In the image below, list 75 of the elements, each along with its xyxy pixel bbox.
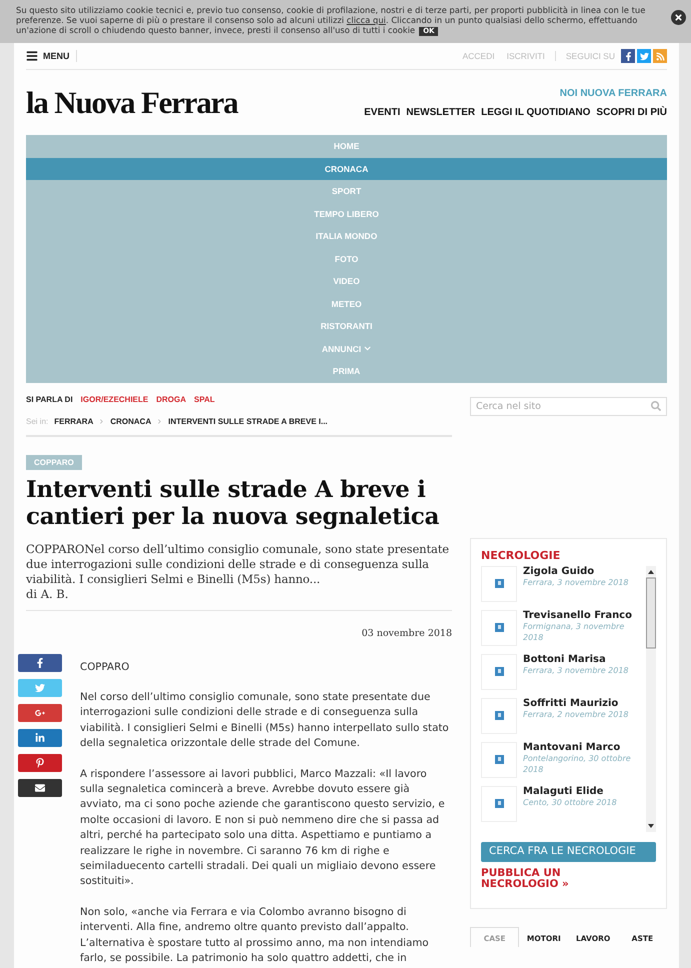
obituary-name[interactable]: Malaguti Elide (523, 786, 617, 796)
obituary-name[interactable]: Bottoni Marisa (523, 654, 629, 664)
topics-label: SI PARLA DI (26, 395, 73, 404)
obituary-name[interactable]: Zigola Guido (523, 566, 629, 576)
article-title: Interventi sulle strade A breve i cantieri per la nuova segnaletica (26, 476, 440, 530)
bird-icon (35, 682, 45, 692)
menu-icon (26, 50, 38, 62)
social-link[interactable] (637, 49, 651, 63)
obituary-place-date: Ferrara, 2 novembre 2018 (523, 708, 629, 720)
image-placeholder-icon (494, 755, 504, 764)
masthead-link[interactable]: NEWSLETTER (406, 106, 476, 118)
article-summary: COPPARONel corso dell’ultimo consiglio comunale, sono state presentate due interrogazioni sulle condizioni delle strade e di conseguenza sulla viabilità. I consiglieri Selmi e Binelli (M5s) hanno... (26, 542, 450, 586)
social-link[interactable] (621, 49, 635, 63)
thumbnail[interactable] (481, 610, 517, 646)
thumbnail[interactable] (481, 698, 517, 734)
obituary-name[interactable]: Mantovani Marco (523, 742, 642, 752)
share-button[interactable] (18, 654, 62, 672)
obituary-place-date: Cento, 30 ottobre 2018 (523, 796, 617, 808)
search-icon (651, 400, 661, 410)
close-button[interactable] (671, 10, 686, 25)
pinterest-icon (35, 758, 45, 768)
byline: di A. B. (26, 586, 70, 602)
search-obituaries-button[interactable]: CERCA FRA LE NECROLOGIE (481, 842, 656, 862)
menu-button[interactable]: MENU (26, 50, 76, 62)
share-button[interactable] (18, 754, 62, 772)
linkedin-icon (35, 732, 45, 742)
image-placeholder-icon (494, 799, 504, 808)
breadcrumb-label: Sei in: (26, 417, 48, 426)
image-placeholder-icon (494, 623, 504, 632)
article-paragraph: Non solo, «anche via Ferrara e via Colombo avranno bisogno di interventi. Alla fine, andremo oltre quanto previsto dall’appalto. L’alternativa è spostare tutto al prossimo anno, ma non intendiamo farlo, se possibile. La patrimonio ha solo quattro addetti, che in (80, 904, 430, 966)
masthead-link[interactable]: EVENTI (364, 106, 400, 118)
close-icon (674, 13, 683, 22)
breadcrumb-link[interactable]: CRONACA (110, 417, 152, 426)
image-placeholder-icon (494, 667, 504, 676)
article-paragraph: COPPARO (80, 660, 130, 674)
panel-title: NECROLOGIE (481, 548, 562, 562)
article-paragraph: A rispondere l’assessore ai lavori pubblici, Marco Mazzali: «Il lavoro sulla segnaletica comincerà a breve. Avrebbe dovuto essere già avviato, ma ci sono poche aziende che garantiscono questo servizio, e molte occasioni di lavoro. E non si può nemmeno dire che si passa ad altri, perché ha partecipato solo una ditta. Aspettiamo e puntiamo a realizzare le righe in novembre. Ci saranno 76 km di righe e seimiladuecento cartelli stradali. Dei quali un migliaio devono essere sostituiti». (80, 766, 446, 890)
facebook-icon (35, 658, 45, 668)
share-button[interactable] (18, 778, 62, 796)
cookie-link[interactable]: clicca qui (346, 15, 386, 25)
thumbnail[interactable] (481, 786, 517, 822)
envelope-icon (35, 782, 45, 792)
scrollbar[interactable] (646, 566, 656, 832)
article-paragraph: Nel corso dell’ultimo consiglio comunale, sono state presentate due interrogazioni sulle condizioni delle strade e di conseguenza sulla viabilità. I consiglieri Selmi e Binelli (M5s) hanno interpellato sullo stato della segnaletica orizzontale delle strade del Comune. (80, 690, 450, 752)
image-placeholder-icon (494, 711, 504, 720)
obituary-place-date: Pontelangorino, 30 ottobre 2018 (523, 752, 632, 774)
bird-icon (640, 52, 648, 60)
obituary-place-date: Formignana, 3 novembre 2018 (523, 620, 626, 642)
breadcrumb-link[interactable]: FERRARA (54, 417, 94, 426)
follow-label: SEGUICI SU (554, 51, 615, 61)
topic-tag[interactable]: DROGA (156, 395, 186, 404)
chevron-icon (99, 419, 104, 424)
thumbnail[interactable] (481, 742, 517, 778)
logo[interactable]: la Nuova Ferrara (26, 84, 238, 120)
obituary-name[interactable]: Soffritti Maurizio (523, 698, 629, 708)
search-field[interactable]: Cerca nel sito (470, 396, 667, 416)
thumbnail[interactable] (481, 566, 517, 602)
obituary-name[interactable]: Trevisanello Franco (523, 610, 642, 620)
image-placeholder-icon (494, 579, 504, 588)
article-date: 03 novembre 2018 (362, 628, 452, 638)
publish-obituary-link[interactable]: PUBBLICA UN NECROLOGIO » (481, 868, 601, 890)
highlight-link[interactable]: NOI NUOVA FERRARA (560, 88, 667, 98)
obituary-place-date: Ferrara, 3 novembre 2018 (523, 664, 629, 676)
chevron-icon (157, 419, 162, 424)
masthead-link[interactable]: SCOPRI DI PIÙ (596, 106, 667, 118)
topic-tag[interactable]: SPAL (194, 395, 215, 404)
thumbnail[interactable] (481, 654, 517, 690)
breadcrumb-link[interactable]: INTERVENTI SULLE STRADE A BREVE I... (168, 417, 328, 426)
google-plus-icon (35, 708, 45, 718)
nav-item[interactable]: CRONACA (26, 158, 667, 180)
obituary-place-date: Ferrara, 3 novembre 2018 (523, 576, 629, 588)
masthead-link[interactable]: LEGGI IL QUOTIDIANO (481, 106, 590, 118)
facebook-icon (624, 52, 632, 60)
topic-tag[interactable]: IGOR/EZECHIELE (80, 395, 148, 404)
rss-icon (656, 52, 664, 60)
